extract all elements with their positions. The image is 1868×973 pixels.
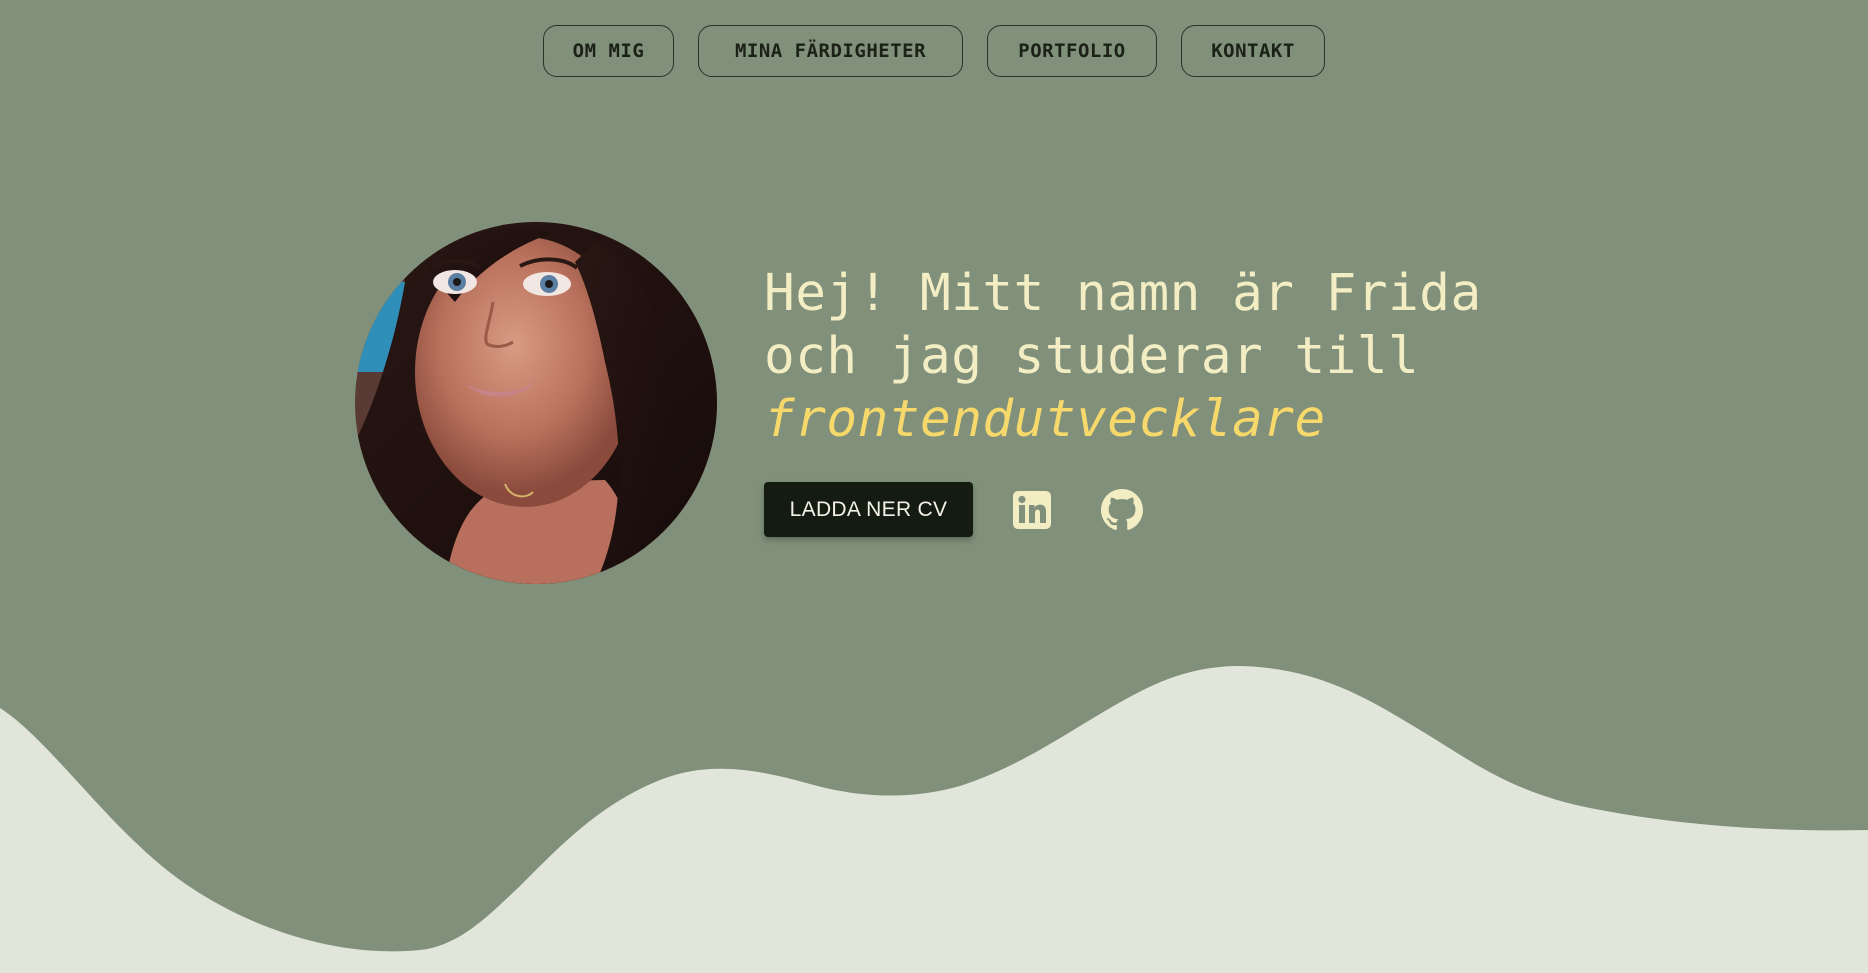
linkedin-icon	[1013, 490, 1051, 529]
top-nav: OM MIG MINA FÄRDIGHETER PORTFOLIO KONTAK…	[0, 25, 1868, 77]
github-icon	[1101, 488, 1143, 530]
github-link[interactable]	[1100, 488, 1144, 532]
download-cv-button[interactable]: LADDA NER CV	[764, 482, 973, 537]
nav-kontakt-button[interactable]: KONTAKT	[1181, 25, 1325, 77]
hero-actions: LADDA NER CV	[764, 482, 1144, 537]
headline-accent: frontendutvecklare	[764, 390, 1326, 449]
headline-line-1: Hej! Mitt namn är Frida	[764, 264, 1482, 323]
nav-om-mig-button[interactable]: OM MIG	[543, 25, 674, 77]
nav-mina-fardigheter-button[interactable]: MINA FÄRDIGHETER	[698, 25, 963, 77]
hero-headline: Hej! Mitt namn är Frida och jag studerar…	[764, 262, 1584, 451]
avatar	[355, 222, 717, 584]
avatar-photo	[355, 222, 717, 584]
page: OM MIG MINA FÄRDIGHETER PORTFOLIO KONTAK…	[0, 0, 1868, 973]
nav-portfolio-button[interactable]: PORTFOLIO	[987, 25, 1157, 77]
linkedin-link[interactable]	[1010, 488, 1054, 532]
headline-line-2: och jag studerar till	[764, 327, 1420, 386]
